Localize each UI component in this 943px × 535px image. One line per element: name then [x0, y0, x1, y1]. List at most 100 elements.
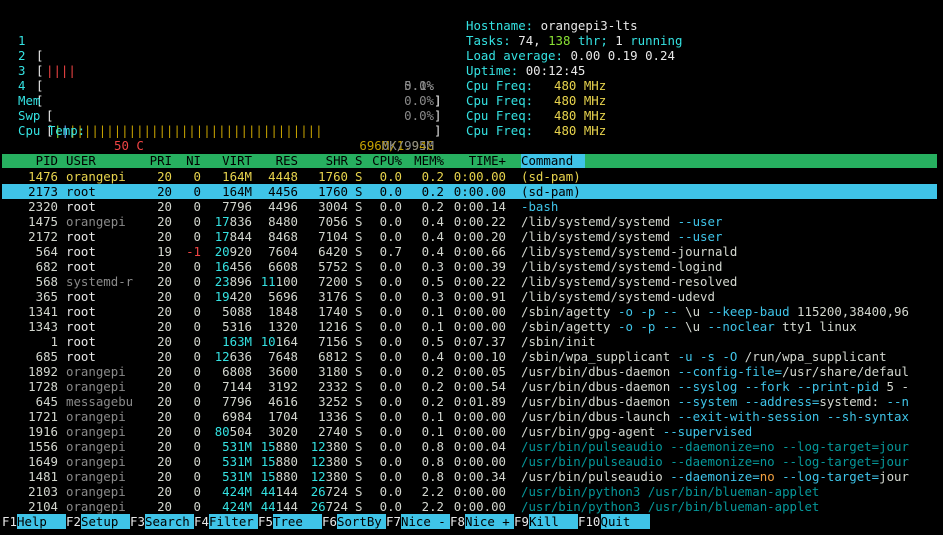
- col-pri[interactable]: PRI: [134, 154, 172, 168]
- res-cell: 15880: [260, 439, 298, 454]
- virt-cell: 6808: [222, 364, 252, 379]
- process-row[interactable]: 1556 orangepi 20 0 531M 15880 12380 S 0.0 0.8 0:00…: [2, 439, 937, 454]
- col-time[interactable]: TIME+: [448, 154, 506, 168]
- col-pid[interactable]: PID: [2, 154, 58, 168]
- user-cell: orangepi: [66, 214, 126, 229]
- process-row[interactable]: 1481 orangepi 20 0 531M 15880 12380 S 0.0 0.8 0:00…: [2, 469, 937, 484]
- process-row[interactable]: 2173 root 20 0 164M 4456 1760 S 0.0 0.2 0:00.00 (sd…: [2, 184, 937, 199]
- col-ni[interactable]: NI: [176, 154, 201, 168]
- process-row[interactable]: 1916 orangepi 20 0 80504 3020 2740 S 0.0 0.1 0:00.…: [2, 424, 937, 439]
- pri-cell: 20: [157, 334, 172, 349]
- fkey-f1-button[interactable]: Help: [17, 514, 66, 529]
- user-cell: root: [66, 199, 96, 214]
- fkey-f9: F9: [514, 514, 529, 529]
- process-row[interactable]: 2103 orangepi 20 0 424M 44144 26724 S 0.0 2.2 0:00…: [2, 484, 937, 499]
- fkey-f8-button[interactable]: Nice +: [465, 514, 514, 529]
- command-cell: /usr/bin/pulseaudio --daemonize=no --log…: [521, 439, 909, 454]
- col-command[interactable]: Command: [521, 154, 585, 168]
- state-cell: S: [355, 304, 363, 319]
- mem-cell: 0.4: [421, 214, 444, 229]
- col-mem[interactable]: MEM%: [406, 154, 444, 168]
- process-row[interactable]: 682 root 20 0 16456 6608 5752 S 0.0 0.3 0:00.39/li…: [2, 259, 937, 274]
- state-cell: S: [355, 334, 363, 349]
- process-row[interactable]: 1721 orangepi 20 0 6984 1704 1336 S 0.0 0.1 0:00.0…: [2, 409, 937, 424]
- col-res[interactable]: RES: [254, 154, 298, 168]
- cpu-cell: 0.0: [379, 259, 402, 274]
- shr-cell: 2740: [318, 424, 348, 439]
- process-row[interactable]: 1476 orangepi 20 0 164M 4448 1760 S 0.0 0.2 0:00.0…: [2, 169, 937, 184]
- process-row[interactable]: 685 root 20 0 12636 7648 6812 S 0.0 0.4 0:00.10/sb…: [2, 349, 937, 364]
- res-cell: 4496: [268, 199, 298, 214]
- process-row[interactable]: 568 systemd-r 20 0 23896 11100 7200 S 0.0 0.5 0:00…: [2, 274, 937, 289]
- cpu-freq-label: Cpu Freq:: [466, 123, 534, 138]
- hostname-label: Hostname:: [466, 18, 534, 33]
- process-row[interactable]: 564 root 19 -1 20920 7604 6420 S 0.7 0.4 0:00.66/l…: [2, 244, 937, 259]
- state-cell: S: [355, 169, 363, 184]
- load15-value: 0.24: [645, 48, 675, 63]
- time-cell: 0:07.37: [453, 334, 506, 349]
- fkey-f9-button[interactable]: Kill: [529, 514, 578, 529]
- process-row[interactable]: 645 messagebu 20 0 7796 4616 3252 S 0.0 0.2 0:01.8…: [2, 394, 937, 409]
- fkey-f3-button[interactable]: Search: [145, 514, 194, 529]
- fkey-f4-button[interactable]: Filter: [209, 514, 258, 529]
- pri-cell: 20: [157, 394, 172, 409]
- ni-cell: 0: [193, 334, 201, 349]
- col-virt[interactable]: VIRT: [206, 154, 252, 168]
- process-row[interactable]: 2320 root 20 0 7796 4496 3004 S 0.0 0.2 0:00.14 -ba…: [2, 199, 937, 214]
- command-cell: /sbin/agetty -o -p -- \u --keep-baud 115…: [521, 304, 909, 319]
- fkey-f10-button[interactable]: Quit: [600, 514, 650, 529]
- mem-cell: 0.8: [421, 454, 444, 469]
- mem-meter: Mem [ ||||||||||||||||||||||||||||||||||…: [0, 78, 450, 168]
- command-cell: /sbin/init: [521, 334, 596, 349]
- cpu-cell: 0.0: [379, 304, 402, 319]
- ni-cell: 0: [193, 379, 201, 394]
- res-cell: 7604: [268, 244, 298, 259]
- res-cell: 6608: [268, 259, 298, 274]
- ni-cell: 0: [193, 424, 201, 439]
- state-cell: S: [355, 499, 363, 514]
- col-state[interactable]: S: [355, 154, 362, 168]
- process-row[interactable]: 1343 root 20 0 5316 1320 1216 S 0.0 0.1 0:00.00/sb…: [2, 319, 937, 334]
- state-cell: S: [355, 364, 363, 379]
- tasks-line: Tasks: 74, 138 thr; 1 running: [466, 33, 682, 48]
- fkey-f5-button[interactable]: Tree: [273, 514, 322, 529]
- cpu-cell: 0.0: [379, 409, 402, 424]
- fkey-f6-button[interactable]: SortBy: [337, 514, 386, 529]
- process-row[interactable]: 2104 orangepi 20 0 424M 44144 26724 S 0.0 2.2 0:00…: [2, 499, 937, 514]
- mem-cell: 0.2: [421, 379, 444, 394]
- process-row[interactable]: 1475 orangepi 20 0 17836 8480 7056 S 0.0 0.4 0:00.…: [2, 214, 937, 229]
- pri-cell: 20: [157, 439, 172, 454]
- process-row[interactable]: 1649 orangepi 20 0 531M 15880 12380 S 0.0 0.8 0:00…: [2, 454, 937, 469]
- pri-cell: 20: [157, 364, 172, 379]
- uptime-value: 00:12:45: [525, 63, 586, 78]
- process-row[interactable]: 1341 root 20 0 5088 1848 1740 S 0.0 0.1 0:00.00/sb…: [2, 304, 937, 319]
- process-row[interactable]: 2172 root 20 0 17844 8468 7104 S 0.0 0.4 0:00.20/l…: [2, 229, 937, 244]
- mem-bar: ||||||||||||||||||||||||||||||||||||: [54, 123, 323, 138]
- mem-cell: 0.2: [421, 199, 444, 214]
- col-cpu[interactable]: CPU%: [366, 154, 402, 168]
- user-cell: orangepi: [66, 469, 126, 484]
- load5-value: 0.19: [607, 48, 638, 63]
- process-row[interactable]: 1728 orangepi 20 0 7144 3192 2332 S 0.0 0.2 0:00.5…: [2, 379, 937, 394]
- user-cell: root: [66, 349, 96, 364]
- fkey-f2: F2: [66, 514, 81, 529]
- mem-cell: 0.3: [421, 289, 444, 304]
- command-cell: /lib/systemd/systemd --user: [521, 229, 723, 244]
- process-row[interactable]: 365 root 20 0 19420 5696 3176 S 0.0 0.3 0:00.91/li…: [2, 289, 937, 304]
- process-row[interactable]: 1892 orangepi 20 0 6808 3600 3180 S 0.0 0.2 0:00.0…: [2, 364, 937, 379]
- command-cell: /usr/bin/dbus-daemon --config-file=/usr/…: [521, 364, 909, 379]
- res-cell: 3020: [268, 424, 298, 439]
- ni-cell: 0: [193, 304, 201, 319]
- time-cell: 0:00.20: [453, 229, 506, 244]
- user-cell: orangepi: [66, 379, 126, 394]
- state-cell: S: [355, 379, 363, 394]
- ni-cell: 0: [193, 169, 201, 184]
- col-user[interactable]: USER: [66, 154, 96, 168]
- user-cell: orangepi: [66, 424, 126, 439]
- col-shr[interactable]: SHR: [302, 154, 348, 168]
- fkey-f7-button[interactable]: Nice -: [401, 514, 450, 529]
- process-row[interactable]: 1 root 20 0 163M 10164 7156 S 0.0 0.5 0:07.37/sbin…: [2, 334, 937, 349]
- fkey-f2-button[interactable]: Setup: [81, 514, 130, 529]
- running-label: running: [630, 33, 683, 48]
- command-cell: (sd-pam): [521, 169, 581, 184]
